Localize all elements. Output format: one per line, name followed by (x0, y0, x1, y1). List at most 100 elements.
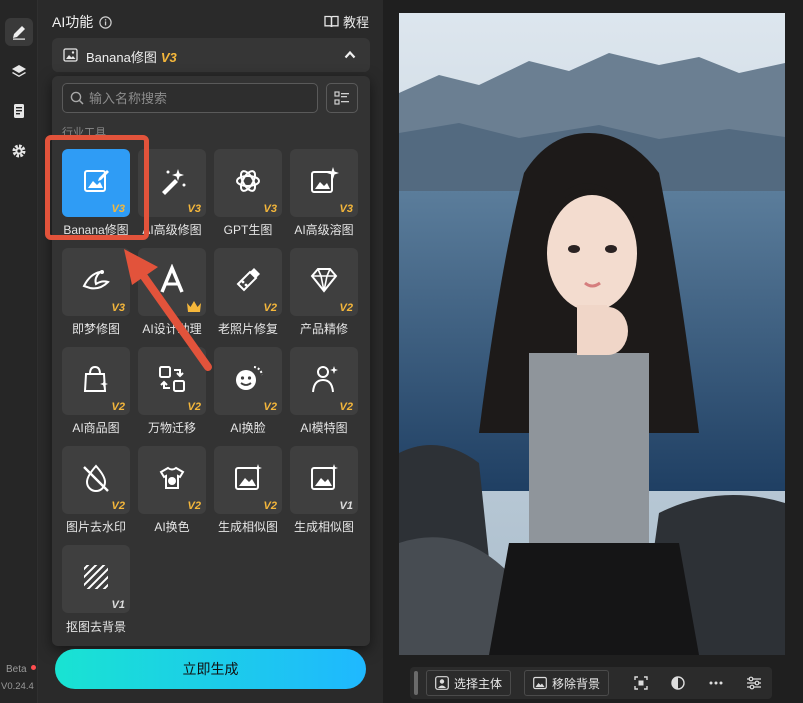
beta-label: Beta (6, 664, 27, 675)
palette-icon (159, 466, 185, 489)
tutorial-link[interactable]: 教程 (324, 12, 369, 31)
version-tag: V2 (111, 500, 125, 512)
remove-watermark-icon (83, 464, 109, 492)
search-box[interactable] (62, 83, 318, 113)
info-icon[interactable] (99, 15, 112, 29)
left-rail: Beta V0.24.4 (0, 0, 38, 703)
version-tag: V2 (111, 401, 125, 413)
tool-tile-model-image[interactable]: V2 (290, 347, 358, 415)
version-tag: V1 (111, 599, 125, 611)
version-tag: V3 (263, 203, 277, 215)
jimeng-icon (82, 270, 110, 290)
photo-repair-icon (236, 268, 260, 292)
image-icon (533, 676, 547, 690)
tutorial-label: 教程 (342, 15, 369, 30)
tool-tile-face-swap[interactable]: V2 (214, 347, 282, 415)
person-icon (435, 676, 449, 690)
cutout-icon (84, 565, 108, 589)
list-view-icon (334, 91, 349, 105)
gpt-logo-icon (236, 170, 260, 192)
face-swap-icon (236, 366, 263, 390)
model-icon (312, 366, 338, 393)
drag-handle[interactable] (414, 671, 418, 695)
document-icon (14, 104, 24, 118)
shopping-bag-icon (83, 365, 108, 392)
more-icon (709, 681, 723, 685)
select-subject-button[interactable]: 选择主体 (426, 670, 512, 696)
gear-icon (12, 144, 26, 158)
selected-tool-version: V3 (160, 50, 177, 65)
notification-dot (31, 665, 36, 670)
tool-label: 生成相似图 (293, 520, 354, 534)
remove-background-button[interactable]: 移除背景 (524, 670, 610, 696)
version-tag: V2 (263, 500, 277, 512)
magic-wand-icon (162, 169, 186, 195)
tool-tile-photo-repair[interactable]: V2 (214, 248, 282, 316)
select-subject-label: 选择主体 (454, 676, 503, 691)
tool-tile-cutout[interactable]: V1 (62, 545, 130, 613)
tool-label: 图片去水印 (65, 520, 126, 534)
canvas-image[interactable] (399, 13, 785, 655)
version-tag: V2 (339, 302, 353, 314)
tool-label: 抠图去背景 (65, 620, 126, 634)
contrast-icon (671, 676, 685, 690)
tool-tile-product-refine[interactable]: V2 (290, 248, 358, 316)
tool-label: 生成相似图 (217, 520, 278, 534)
pencil-icon (13, 26, 25, 40)
diamond-icon (310, 268, 338, 293)
annotation-arrow (124, 249, 212, 371)
tool-tile-change-color[interactable]: V2 (138, 446, 206, 514)
contrast-button[interactable] (668, 673, 688, 693)
generate-button[interactable]: 立即生成 (55, 649, 366, 689)
settings-button[interactable] (5, 137, 33, 165)
version-tag: V2 (339, 401, 353, 413)
layers-button[interactable] (5, 58, 33, 86)
tool-label: AI换色 (154, 520, 190, 534)
crop-icon (634, 676, 648, 690)
tool-tile-remove-watermark[interactable]: V2 (62, 446, 130, 514)
notes-button[interactable] (5, 97, 33, 125)
layers-icon (12, 65, 26, 77)
version-tag: V2 (187, 500, 201, 512)
tool-label: AI模特图 (300, 421, 348, 435)
selected-tool-name: Banana修图 (86, 50, 157, 65)
image-icon (63, 48, 78, 62)
tool-label: 老照片修复 (217, 322, 278, 336)
search-icon (70, 91, 84, 105)
version-tag: V2 (263, 302, 277, 314)
version-tag: V1 (339, 500, 353, 512)
book-icon (324, 15, 339, 28)
tool-label: AI换脸 (230, 421, 266, 435)
image-sparkle-icon (311, 167, 339, 193)
version-label: V0.24.4 (1, 681, 34, 692)
edit-tool-button[interactable] (5, 18, 33, 46)
list-view-toggle[interactable] (326, 83, 358, 113)
chevron-up-icon (344, 50, 356, 59)
tool-label: AI高级溶图 (294, 223, 354, 237)
tool-tile-similar-image-v2[interactable]: V2 (214, 446, 282, 514)
more-button[interactable] (706, 673, 726, 693)
tool-tile-gpt[interactable]: V3 (214, 149, 282, 217)
tool-selector-dropdown[interactable]: Banana修图 V3 (52, 38, 370, 72)
crop-button[interactable] (631, 673, 651, 693)
tool-label: 万物迁移 (147, 421, 196, 435)
panel-title-text: AI功能 (52, 14, 94, 30)
similar-image-icon (235, 464, 262, 490)
highlight-box (45, 135, 149, 240)
image-toolbar: 选择主体 移除背景 (410, 667, 772, 699)
tool-tile-advanced-blend[interactable]: V3 (290, 149, 358, 217)
similar-image-icon (311, 464, 338, 490)
tool-tile-similar-image-v1[interactable]: V1 (290, 446, 358, 514)
version-tag: V3 (187, 203, 201, 215)
selected-tool-label: Banana修图 V3 (86, 47, 177, 66)
sliders-icon (747, 676, 761, 690)
search-input[interactable] (89, 89, 309, 107)
adjust-button[interactable] (744, 673, 764, 693)
panel-title: AI功能 (52, 12, 112, 32)
tool-label: 产品精修 (299, 322, 348, 336)
remove-background-label: 移除背景 (552, 676, 601, 691)
version-tag: V2 (187, 401, 201, 413)
tool-label: GPT生图 (223, 223, 273, 237)
version-tag: V3 (339, 203, 353, 215)
tool-label: AI商品图 (72, 421, 120, 435)
